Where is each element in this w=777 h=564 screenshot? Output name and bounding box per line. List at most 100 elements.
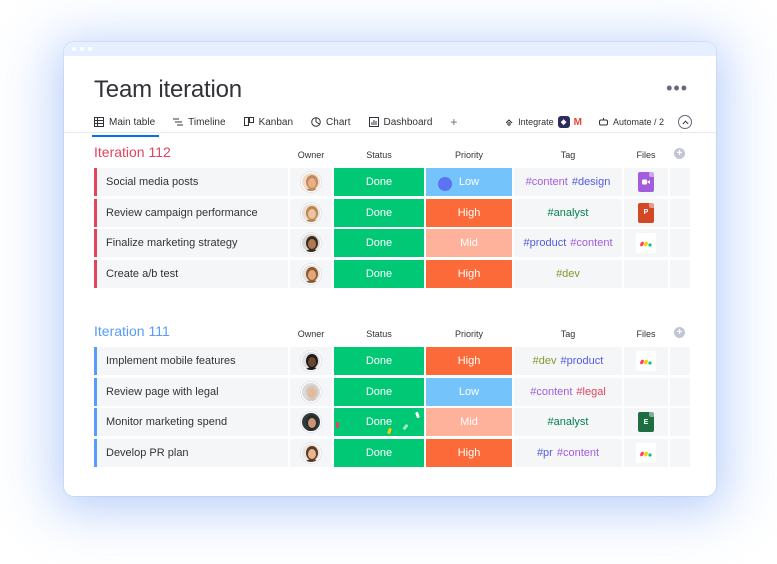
column-header-priority[interactable]: Priority: [426, 329, 512, 339]
empty-cell[interactable]: [670, 347, 690, 375]
empty-cell[interactable]: [670, 198, 690, 227]
integrate-button[interactable]: Integrate ◆ M: [504, 116, 582, 128]
status-cell[interactable]: Done: [334, 229, 424, 257]
tag-chip[interactable]: #design: [572, 176, 611, 188]
tag-cell[interactable]: #pr #content: [514, 438, 622, 467]
monday-file-icon[interactable]: [636, 442, 656, 463]
column-header-owner[interactable]: Owner: [290, 150, 332, 160]
item-name[interactable]: Social media posts: [94, 168, 288, 196]
tag-chip[interactable]: #dev: [533, 355, 557, 367]
status-cell[interactable]: Done: [334, 168, 424, 196]
column-header-files[interactable]: Files: [624, 329, 668, 339]
item-name[interactable]: Review page with legal: [94, 377, 288, 406]
empty-cell[interactable]: [670, 259, 690, 288]
tag-chip[interactable]: #legal: [576, 386, 605, 398]
tag-cell[interactable]: #dev #product: [514, 347, 622, 375]
files-cell[interactable]: [624, 377, 668, 406]
monday-file-icon[interactable]: [636, 233, 656, 253]
column-header-status[interactable]: Status: [334, 329, 424, 339]
priority-cell[interactable]: Low: [426, 168, 512, 196]
table-row[interactable]: Review page with legal Done Low #content…: [94, 377, 690, 406]
empty-cell[interactable]: [670, 229, 690, 257]
add-column-button[interactable]: +: [674, 148, 685, 159]
files-cell[interactable]: [624, 168, 668, 196]
tab-chart[interactable]: Chart: [311, 112, 351, 132]
priority-cell[interactable]: Mid: [426, 229, 512, 257]
files-cell[interactable]: [624, 347, 668, 375]
status-cell[interactable]: Done: [334, 408, 424, 436]
tag-cell[interactable]: #content #design: [514, 168, 622, 196]
status-cell[interactable]: Done: [334, 259, 424, 288]
group-title[interactable]: Iteration 112: [94, 144, 171, 160]
priority-cell[interactable]: High: [426, 198, 512, 227]
column-header-priority[interactable]: Priority: [426, 150, 512, 160]
empty-cell[interactable]: [670, 168, 690, 196]
priority-cell[interactable]: Mid: [426, 408, 512, 436]
item-name[interactable]: Finalize marketing strategy: [94, 229, 288, 257]
item-name[interactable]: Develop PR plan: [94, 438, 288, 467]
group-title[interactable]: Iteration 111: [94, 323, 170, 339]
excel-file-icon[interactable]: E: [638, 412, 654, 432]
tab-timeline[interactable]: Timeline: [173, 112, 226, 132]
priority-cell[interactable]: High: [426, 259, 512, 288]
item-name[interactable]: Monitor marketing spend: [94, 408, 288, 436]
video-file-icon[interactable]: [638, 172, 654, 192]
monday-file-icon[interactable]: [636, 351, 656, 371]
tag-chip[interactable]: #content: [570, 237, 612, 249]
tag-chip[interactable]: #dev: [556, 268, 580, 280]
status-cell[interactable]: Done: [334, 438, 424, 467]
item-name[interactable]: Create a/b test: [94, 259, 288, 288]
item-name[interactable]: Review campaign performance: [94, 198, 288, 227]
status-cell[interactable]: Done: [334, 347, 424, 375]
status-cell[interactable]: Done: [334, 377, 424, 406]
tag-chip[interactable]: #product: [523, 237, 566, 249]
column-header-files[interactable]: Files: [624, 150, 668, 160]
files-cell[interactable]: P: [624, 198, 668, 227]
column-header-status[interactable]: Status: [334, 150, 424, 160]
owner-cell[interactable]: [290, 259, 332, 288]
empty-cell[interactable]: [670, 438, 690, 467]
table-row[interactable]: Finalize marketing strategy Done Mid #pr…: [94, 229, 690, 257]
column-header-owner[interactable]: Owner: [290, 329, 332, 339]
tag-cell[interactable]: #product #content: [514, 229, 622, 257]
owner-cell[interactable]: [290, 377, 332, 406]
tag-chip[interactable]: #content: [557, 447, 599, 459]
tag-cell[interactable]: #analyst: [514, 408, 622, 436]
owner-cell[interactable]: [290, 198, 332, 227]
status-cell[interactable]: Done: [334, 198, 424, 227]
table-row[interactable]: Social media posts Done Low #content #des…: [94, 168, 690, 196]
tag-chip[interactable]: #pr: [537, 447, 553, 459]
empty-cell[interactable]: [670, 377, 690, 406]
table-row[interactable]: Create a/b test Done High #dev: [94, 259, 690, 288]
empty-cell[interactable]: [670, 408, 690, 436]
powerpoint-file-icon[interactable]: P: [638, 202, 654, 223]
collapse-header-button[interactable]: [678, 115, 692, 129]
table-row[interactable]: Develop PR plan Done High #pr #content: [94, 438, 690, 467]
files-cell[interactable]: [624, 259, 668, 288]
column-header-tag[interactable]: Tag: [514, 150, 622, 160]
add-column-button[interactable]: +: [674, 327, 685, 338]
files-cell[interactable]: [624, 229, 668, 257]
tag-cell[interactable]: #dev: [514, 259, 622, 288]
tag-cell[interactable]: #content #legal: [514, 377, 622, 406]
tag-chip[interactable]: #product: [561, 355, 604, 367]
tag-chip[interactable]: #analyst: [548, 207, 589, 219]
table-row[interactable]: Monitor marketing spend Done Mid #analys…: [94, 408, 690, 436]
owner-cell[interactable]: [290, 229, 332, 257]
tag-chip[interactable]: #content: [526, 176, 568, 188]
column-header-tag[interactable]: Tag: [514, 329, 622, 339]
priority-cell[interactable]: High: [426, 438, 512, 467]
table-row[interactable]: Implement mobile features Done High #dev…: [94, 347, 690, 375]
more-options-icon[interactable]: •••: [666, 78, 688, 99]
files-cell[interactable]: E: [624, 408, 668, 436]
files-cell[interactable]: [624, 438, 668, 467]
owner-cell[interactable]: [290, 347, 332, 375]
tab-main-table[interactable]: Main table: [91, 112, 160, 137]
owner-cell[interactable]: [290, 408, 332, 436]
item-name[interactable]: Implement mobile features: [94, 347, 288, 375]
owner-cell[interactable]: [290, 168, 332, 196]
priority-cell[interactable]: High: [426, 347, 512, 375]
add-view-button[interactable]: +: [450, 115, 457, 129]
tab-kanban[interactable]: Kanban: [243, 112, 293, 132]
automate-button[interactable]: Automate / 2: [598, 117, 664, 127]
